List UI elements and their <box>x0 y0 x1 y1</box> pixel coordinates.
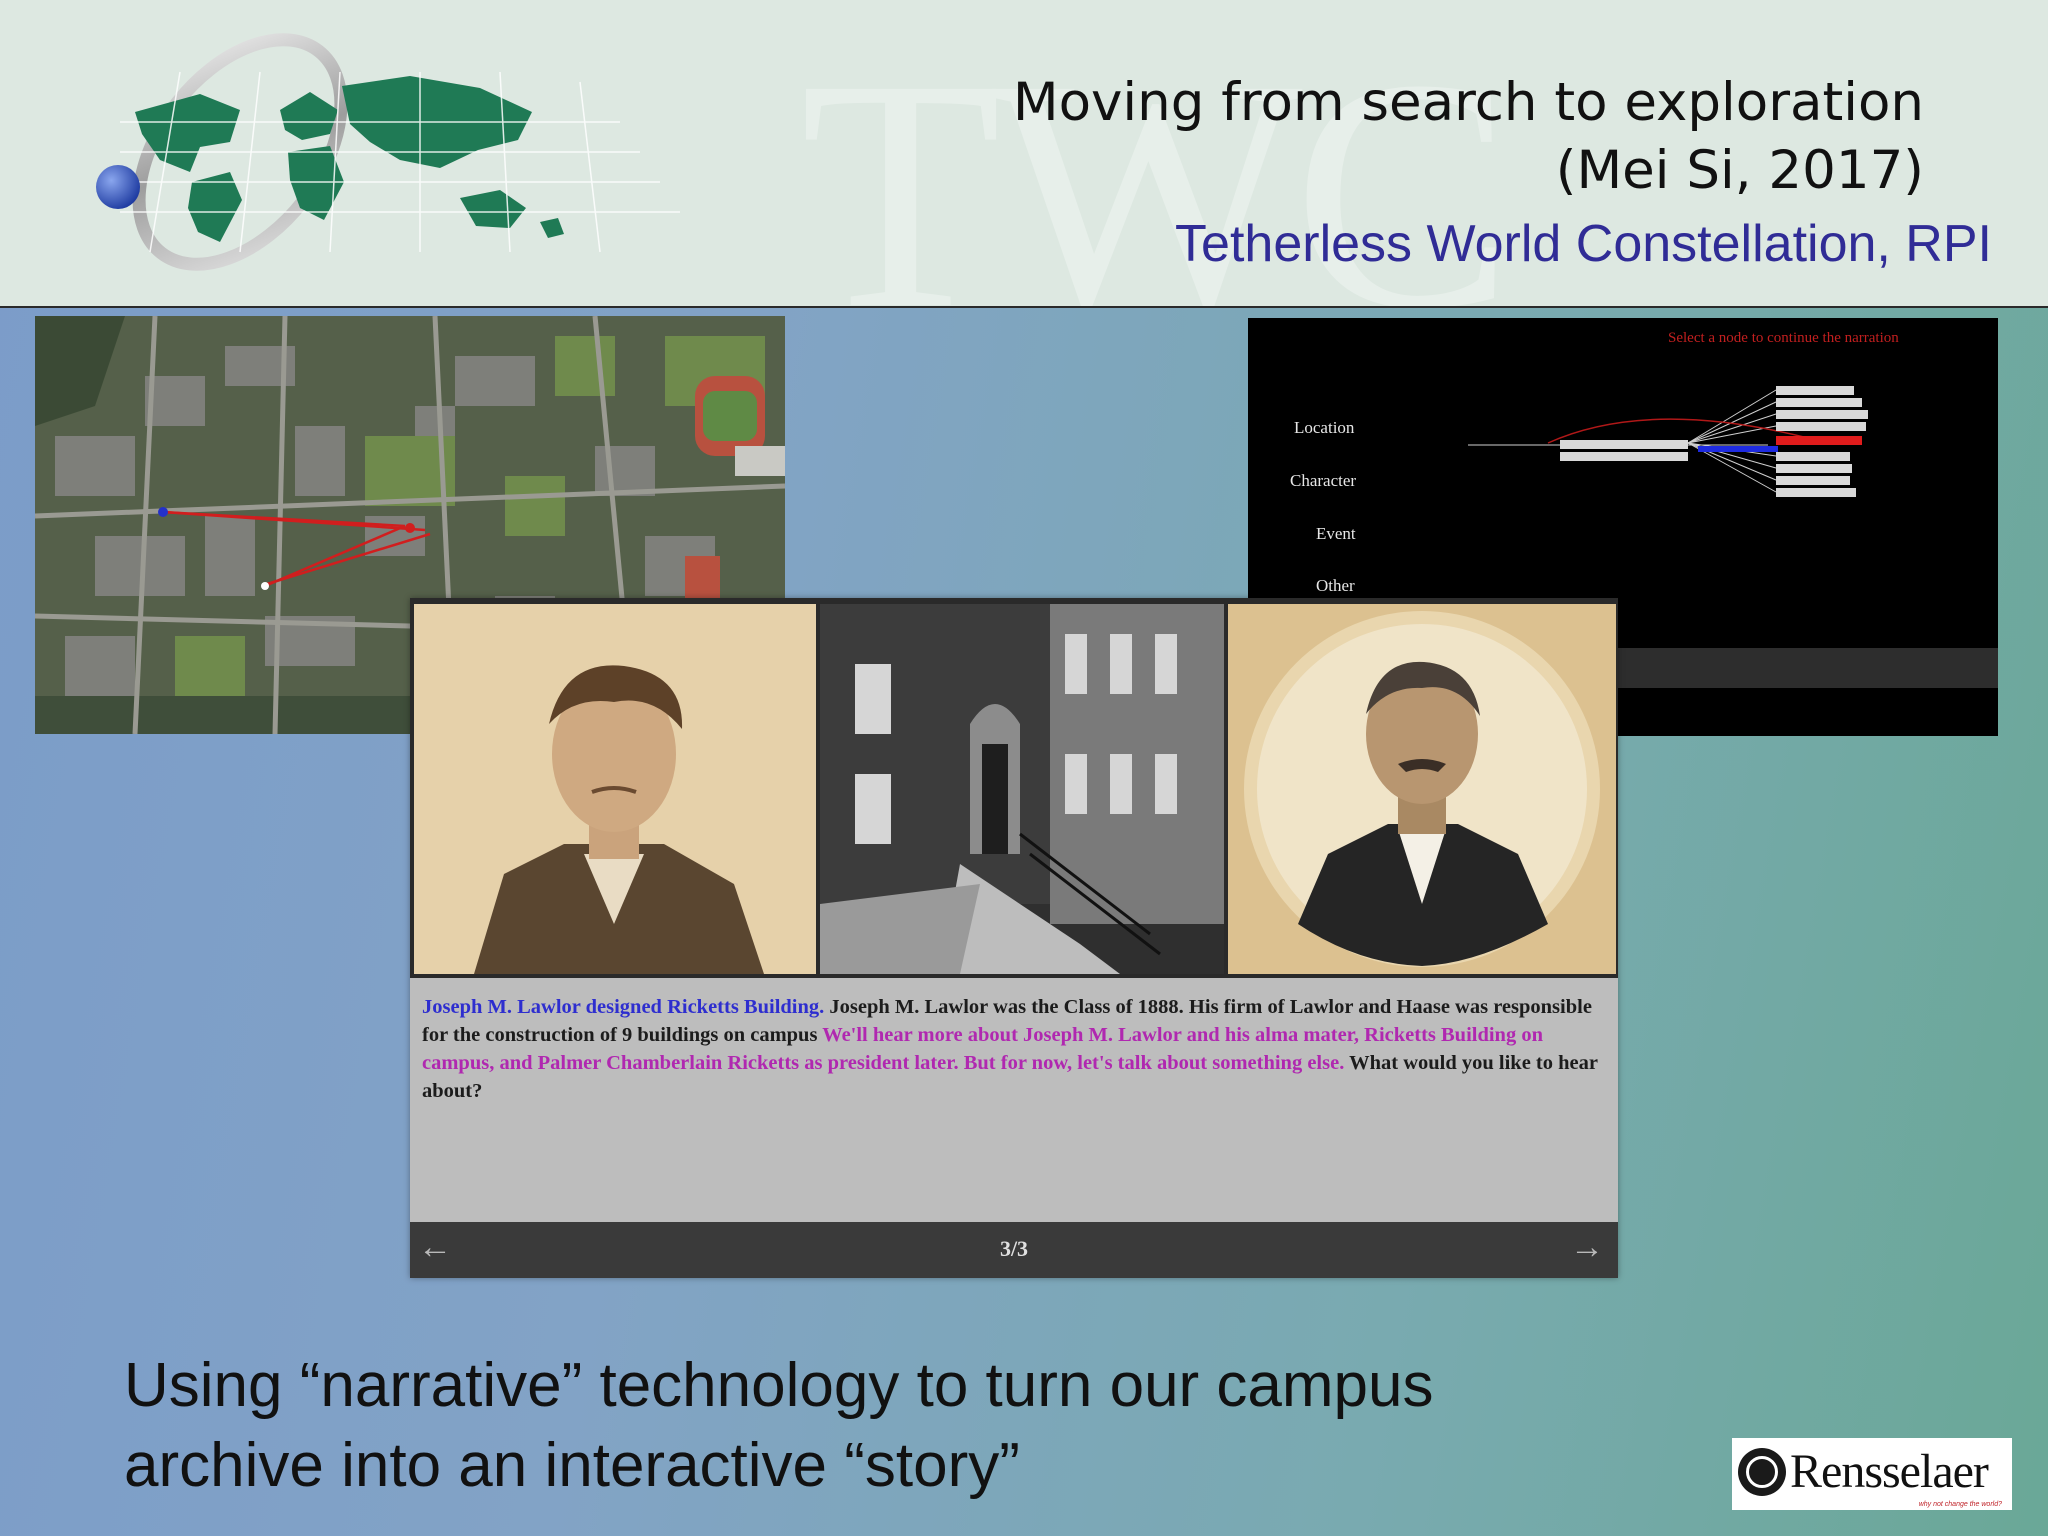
archive-photos <box>410 598 1618 978</box>
rensselaer-seal-icon <box>1738 1448 1786 1496</box>
body-line-2: archive into an interactive “story” <box>124 1431 1020 1500</box>
rensselaer-logo: Rensselaer why not change the world? <box>1732 1438 2012 1510</box>
slide-header: TWC Moving from search to exploration (M… <box>0 0 2048 308</box>
graph-node[interactable] <box>1776 488 1856 497</box>
graph-node[interactable] <box>1776 422 1866 431</box>
graph-node[interactable] <box>1776 386 1854 395</box>
portrait-photo-lawlor <box>414 604 816 974</box>
graph-node[interactable] <box>1776 476 1850 485</box>
globe-logo-icon <box>96 33 680 271</box>
caption-linked-fact[interactable]: Joseph M. Lawlor designed Ricketts Build… <box>422 996 824 1018</box>
slide-title: Moving from search to exploration <box>1012 72 1924 133</box>
graph-node[interactable] <box>1776 452 1850 461</box>
slide: TWC Moving from search to exploration (M… <box>0 0 2048 1536</box>
graph-node[interactable] <box>1560 452 1688 461</box>
rensselaer-wordmark: Rensselaer <box>1790 1445 1989 1498</box>
story-navigation-bar: ← 3/3 → <box>410 1222 1618 1278</box>
body-line-1: Using “narrative” technology to turn our… <box>124 1351 1434 1420</box>
story-caption: Joseph M. Lawlor designed Ricketts Build… <box>422 993 1612 1105</box>
portrait-photo-ricketts <box>1228 604 1616 974</box>
graph-node[interactable] <box>1560 440 1688 449</box>
story-viewer: Joseph M. Lawlor designed Ricketts Build… <box>410 598 1618 1278</box>
graph-node[interactable] <box>1776 464 1852 473</box>
arrow-right-icon[interactable]: → <box>1570 1228 1604 1267</box>
graph-node-selected[interactable] <box>1776 436 1862 445</box>
slide-body-text: Using “narrative” technology to turn our… <box>124 1346 1434 1506</box>
rensselaer-tagline: why not change the world? <box>1918 1501 2002 1508</box>
slide-citation: (Mei Si, 2017) <box>1555 140 1924 201</box>
page-indicator: 3/3 <box>999 1236 1029 1261</box>
ricketts-building-photo <box>820 604 1224 974</box>
graph-node[interactable] <box>1776 410 1868 419</box>
organization-name: Tetherless World Constellation, RPI <box>1175 215 1992 273</box>
graph-node[interactable] <box>1776 398 1862 407</box>
